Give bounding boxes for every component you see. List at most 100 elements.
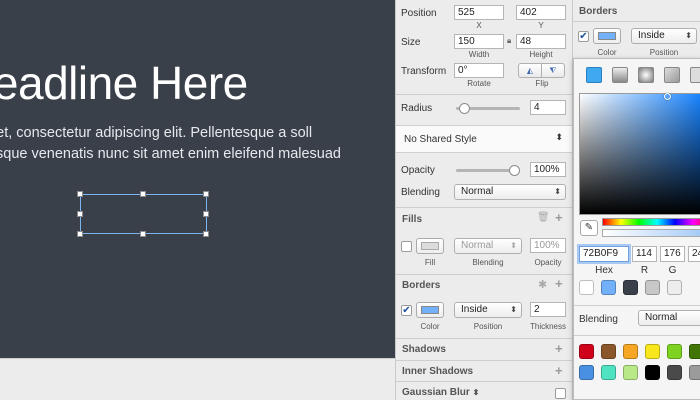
canvas-headline-text[interactable]: ur Headline Here <box>0 56 248 110</box>
add-fill-plus-icon[interactable]: + <box>555 210 563 225</box>
preset-color-swatch[interactable] <box>623 344 638 359</box>
add-shadow-plus-icon[interactable]: + <box>555 341 563 356</box>
flip-vertical-button[interactable]: ⧨ <box>541 63 565 78</box>
canvas-status-area <box>0 358 395 400</box>
popover-blending-value: Normal <box>645 312 678 323</box>
divider <box>396 338 573 339</box>
shared-style-selector[interactable]: No Shared Style ⬍ <box>396 125 573 153</box>
borders-panel-title: Borders <box>579 6 618 17</box>
gaussian-blur-label: Gaussian Blur <box>402 387 470 398</box>
border-color-swatch[interactable] <box>416 302 444 318</box>
pattern-fill-type-button[interactable] <box>690 67 700 83</box>
gaussian-blur-section-title[interactable]: Gaussian Blur ⬍ <box>402 387 479 398</box>
popover-blending-select[interactable]: Normal <box>638 310 700 326</box>
recent-color-swatch[interactable] <box>601 280 616 295</box>
opacity-field[interactable]: 100% <box>530 162 566 177</box>
recent-color-swatch[interactable] <box>645 280 660 295</box>
blue-value-field[interactable]: 249 <box>688 246 700 262</box>
fill-enable-checkbox[interactable] <box>401 241 412 252</box>
shared-style-value: No Shared Style <box>404 134 477 145</box>
divider <box>573 21 700 22</box>
preset-color-swatch[interactable] <box>579 365 594 380</box>
resize-handle-bottom[interactable] <box>140 231 146 237</box>
green-value-field[interactable]: 176 <box>660 246 685 262</box>
fill-blending-select[interactable]: Normal ⬍ <box>454 238 522 254</box>
canvas-body-text-line-2[interactable]: sque venenatis nunc sit amet enim eleife… <box>0 146 341 162</box>
preset-color-swatch[interactable] <box>645 344 660 359</box>
border-thickness-field[interactable]: 2 <box>530 302 566 317</box>
red-caption: R <box>640 265 649 276</box>
preset-color-swatch[interactable] <box>689 365 700 380</box>
preset-color-swatch[interactable] <box>667 365 682 380</box>
design-canvas[interactable]: ur Headline Here amet, consectetur adipi… <box>0 0 395 358</box>
solid-fill-type-button[interactable] <box>586 67 602 83</box>
radius-slider-knob[interactable] <box>458 103 470 114</box>
rotate-field[interactable]: 0° <box>454 63 504 78</box>
border-panel-color-preview <box>598 32 616 40</box>
preset-color-swatch[interactable] <box>623 365 638 380</box>
color-picker-cursor[interactable] <box>664 93 671 100</box>
add-inner-shadow-plus-icon[interactable]: + <box>555 363 563 378</box>
flip-horizontal-button[interactable]: ◭ <box>518 63 542 78</box>
red-value-field[interactable]: 114 <box>632 246 657 262</box>
hue-slider[interactable] <box>602 218 700 226</box>
height-field[interactable]: 48 <box>516 34 566 49</box>
resize-handle-right[interactable] <box>203 211 209 217</box>
gaussian-blur-checkbox[interactable] <box>555 388 566 399</box>
inner-shadows-section-title: Inner Shadows <box>402 366 474 377</box>
linear-gradient-type-button[interactable] <box>612 67 628 83</box>
preset-color-swatch[interactable] <box>667 344 682 359</box>
fill-color-swatch[interactable] <box>416 238 444 254</box>
recent-color-swatch[interactable] <box>579 280 594 295</box>
alpha-slider[interactable] <box>602 229 700 237</box>
border-panel-position-select[interactable]: Inside ⬍ <box>631 28 697 44</box>
preset-color-swatch[interactable] <box>579 344 594 359</box>
preset-color-swatch[interactable] <box>689 344 700 359</box>
recent-color-swatch[interactable] <box>667 280 682 295</box>
gear-icon[interactable]: ✱ <box>538 278 547 291</box>
add-border-plus-icon[interactable]: + <box>555 276 563 291</box>
saturation-brightness-picker[interactable] <box>579 93 700 215</box>
hex-color-field[interactable]: 72B0F9 <box>579 246 629 262</box>
radial-gradient-type-button[interactable] <box>638 67 654 83</box>
opacity-label: Opacity <box>401 165 435 176</box>
fill-opacity-caption: Opacity <box>534 258 562 267</box>
border-panel-color-swatch[interactable] <box>593 28 621 44</box>
trash-icon[interactable]: 🗑︎ <box>537 212 550 223</box>
fill-opacity-field[interactable]: 100% <box>530 238 566 253</box>
radius-slider[interactable] <box>456 103 520 114</box>
resize-handle-top-left[interactable] <box>77 191 83 197</box>
resize-handle-top-right[interactable] <box>203 191 209 197</box>
updown-arrows-icon: ⬍ <box>554 187 561 196</box>
resize-handle-bottom-right[interactable] <box>203 231 209 237</box>
radius-field[interactable]: 4 <box>530 100 566 115</box>
border-enable-checkbox[interactable]: ✔ <box>401 305 412 316</box>
preset-color-swatch[interactable] <box>601 344 616 359</box>
hex-caption: Hex <box>595 265 613 276</box>
border-panel-checkbox[interactable]: ✔ <box>578 31 589 42</box>
preset-color-swatch[interactable] <box>601 365 616 380</box>
blending-select[interactable]: Normal ⬍ <box>454 184 566 200</box>
fills-section-title: Fills <box>402 214 423 225</box>
border-position-select[interactable]: Inside ⬍ <box>454 302 522 318</box>
resize-handle-top[interactable] <box>140 191 146 197</box>
radius-label: Radius <box>401 103 433 114</box>
preset-color-swatch[interactable] <box>645 365 660 380</box>
divider <box>396 207 573 208</box>
divider <box>396 360 573 361</box>
canvas-body-text-line-1[interactable]: amet, consectetur adipiscing elit. Pelle… <box>0 125 312 141</box>
updown-arrows-icon: ⬍ <box>555 132 563 142</box>
position-x-field[interactable]: 525 <box>454 5 504 20</box>
resize-handle-bottom-left[interactable] <box>77 231 83 237</box>
eyedropper-icon[interactable]: ✎ <box>580 220 598 236</box>
fill-blending-caption: Blending <box>472 258 504 267</box>
recent-color-swatch[interactable] <box>623 280 638 295</box>
lock-icon[interactable]: 🔒︎ <box>507 36 511 46</box>
width-field[interactable]: 150 <box>454 34 504 49</box>
resize-handle-left[interactable] <box>77 211 83 217</box>
opacity-slider[interactable] <box>456 165 520 176</box>
opacity-slider-knob[interactable] <box>509 165 520 176</box>
selected-rectangle[interactable] <box>80 194 207 234</box>
position-y-field[interactable]: 402 <box>516 5 566 20</box>
angular-gradient-type-button[interactable] <box>664 67 680 83</box>
